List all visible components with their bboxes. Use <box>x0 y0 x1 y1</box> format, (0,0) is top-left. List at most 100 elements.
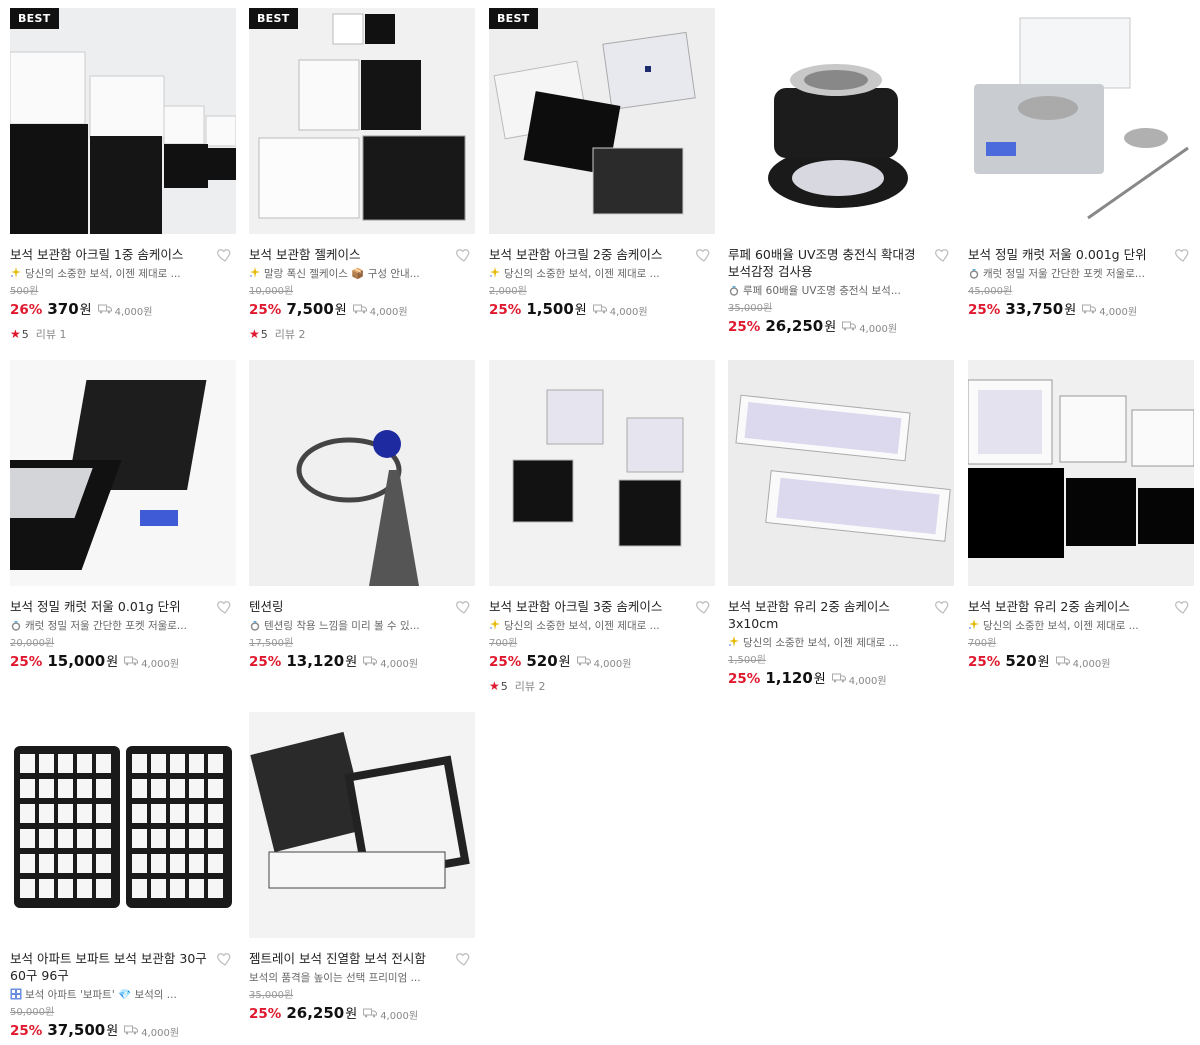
product-image[interactable] <box>728 8 954 234</box>
product-card[interactable]: BEST 보석 보관함 아크릴 1중 솜케이스 당신의 소중한 보석, 이젠 제대로… <box>10 8 236 342</box>
truck-icon <box>1082 304 1099 317</box>
rating-row: ★ 5 리뷰 1 <box>10 326 236 342</box>
product-image[interactable] <box>728 360 954 586</box>
wishlist-heart-icon[interactable] <box>216 950 234 968</box>
shipping-fee-text: 4,000원 <box>1099 307 1138 318</box>
best-badge: BEST <box>249 8 298 29</box>
product-title[interactable]: 보석 아파트 보파트 보석 보관함 30구 60구 96구 <box>10 950 210 984</box>
currency-label: 원 <box>106 1024 119 1039</box>
shipping-fee: 4,000원 <box>1082 303 1137 318</box>
product-title[interactable]: 보석 정밀 캐럿 저울 0.01g 단위 <box>10 598 210 615</box>
star-icon: ★ <box>249 327 260 341</box>
shipping-fee-text: 4,000원 <box>593 659 632 670</box>
product-title[interactable]: 루페 60배율 UV조명 충전식 확대경 보석감정 검사용 <box>728 246 928 280</box>
original-price: 17,500원 <box>249 638 294 649</box>
product-title[interactable]: 보석 정밀 캐럿 저울 0.001g 단위 <box>968 246 1168 263</box>
product-card[interactable]: 보석 보관함 유리 2중 솜케이스 3x10cm 당신의 소중한 보석, 이젠 제… <box>728 360 954 687</box>
currency-label: 원 <box>558 655 571 670</box>
wishlist-heart-icon[interactable] <box>1174 246 1192 264</box>
shipping-fee-text: 4,000원 <box>141 1028 180 1039</box>
truck-icon <box>842 321 859 334</box>
wishlist-heart-icon[interactable] <box>1174 598 1192 616</box>
wishlist-heart-icon[interactable] <box>216 246 234 264</box>
product-image[interactable] <box>489 360 715 586</box>
product-image[interactable] <box>249 360 475 586</box>
discount-rate: 25% <box>489 654 522 670</box>
product-card[interactable]: 젬트레이 보석 진열함 보석 전시함보석의 품격을 높이는 선택 프리미엄 ..… <box>249 712 475 1022</box>
wishlist-heart-icon[interactable] <box>934 246 952 264</box>
product-title[interactable]: 텐션링 <box>249 598 449 615</box>
product-card[interactable]: 보석 아파트 보파트 보석 보관함 30구 60구 96구 보석 아파트 '보파트… <box>10 712 236 1039</box>
truck-icon <box>363 656 380 669</box>
shipping-fee: 4,000원 <box>363 655 418 670</box>
price-row: 25% 33,750 원 4,000원 <box>968 299 1194 318</box>
product-title[interactable]: 보석 보관함 젤케이스 <box>249 246 449 263</box>
product-card[interactable]: BEST 보석 보관함 아크릴 2중 솜케이스 당신의 소중한 보석, 이젠 제대로… <box>489 8 715 318</box>
wishlist-heart-icon[interactable] <box>695 598 713 616</box>
product-title[interactable]: 보석 보관함 아크릴 2중 솜케이스 <box>489 246 689 263</box>
rating-score: 5 <box>260 327 268 341</box>
product-image[interactable]: BEST <box>249 8 475 234</box>
product-card[interactable]: 보석 정밀 캐럿 저울 0.001g 단위 캐럿 정밀 저울 간단한 포켓 저울로… <box>968 8 1194 318</box>
wishlist-heart-icon[interactable] <box>455 246 473 264</box>
shipping-fee-text: 4,000원 <box>114 307 153 318</box>
product-description: 보석의 품격을 높이는 선택 프리미엄 ... <box>249 972 421 984</box>
product-title[interactable]: 보석 보관함 아크릴 3중 솜케이스 <box>489 598 689 615</box>
product-card[interactable]: 보석 보관함 유리 2중 솜케이스 당신의 소중한 보석, 이젠 제대로 ... 7… <box>968 360 1194 670</box>
product-card[interactable]: BEST 보석 보관함 젤케이스 말랑 폭신 젤케이스 📦 구성 안내... 10,0… <box>249 8 475 342</box>
product-description: 당신의 소중한 보석, 이젠 제대로 ... <box>728 636 954 651</box>
shipping-fee-text: 4,000원 <box>380 659 419 670</box>
original-price: 50,000원 <box>10 1007 55 1018</box>
product-card[interactable]: 보석 정밀 캐럿 저울 0.01g 단위 캐럿 정밀 저울 간단한 포켓 저울로.… <box>10 360 236 670</box>
shipping-fee: 4,000원 <box>592 303 648 318</box>
review-count[interactable]: 리뷰 1 <box>36 326 67 342</box>
product-image[interactable] <box>10 712 236 938</box>
price-row: 25% 15,000 원 4,000원 <box>10 651 236 670</box>
sale-price: 13,120 <box>286 652 345 670</box>
product-title[interactable]: 보석 보관함 유리 2중 솜케이스 3x10cm <box>728 598 928 632</box>
product-image[interactable] <box>249 712 475 938</box>
shipping-fee-text: 4,000원 <box>609 307 648 318</box>
sale-price: 7,500 <box>286 300 334 318</box>
wishlist-heart-icon[interactable] <box>934 598 952 616</box>
rating-score: 5 <box>500 679 508 693</box>
wishlist-heart-icon[interactable] <box>216 598 234 616</box>
product-image[interactable] <box>968 360 1194 586</box>
product-description: 텐션링 착용 느낌을 미리 볼 수 있... <box>249 619 475 634</box>
product-title[interactable]: 젬트레이 보석 진열함 보석 전시함 <box>249 950 449 967</box>
product-title[interactable]: 보석 보관함 유리 2중 솜케이스 <box>968 598 1168 615</box>
currency-label: 원 <box>345 1007 358 1022</box>
product-card[interactable]: 보석 보관함 아크릴 3중 솜케이스당신의 소중한 보석, 이젠 제대로 ...… <box>489 360 715 694</box>
product-description: 말랑 폭신 젤케이스 📦 구성 안내... <box>249 267 475 282</box>
star-icon: ★ <box>489 679 500 693</box>
currency-label: 원 <box>574 303 587 318</box>
wishlist-heart-icon[interactable] <box>455 950 473 968</box>
truck-icon <box>352 304 370 317</box>
sale-price: 1,500 <box>526 300 574 318</box>
rating-row: ★ 5 리뷰 2 <box>249 326 475 342</box>
truck-icon <box>831 673 849 686</box>
discount-rate: 25% <box>968 654 1001 670</box>
product-image[interactable] <box>968 8 1194 234</box>
sale-price: 26,250 <box>765 317 824 335</box>
review-count[interactable]: 리뷰 2 <box>515 678 546 694</box>
original-price: 1,500원 <box>728 655 766 666</box>
wishlist-heart-icon[interactable] <box>695 246 713 264</box>
product-card[interactable]: 루페 60배율 UV조명 충전식 확대경 보석감정 검사용 루페 60배율 UV조… <box>728 8 954 335</box>
price-row: 25% 26,250 원 4,000원 <box>249 1003 475 1022</box>
product-title[interactable]: 보석 보관함 아크릴 1중 솜케이스 <box>10 246 210 263</box>
discount-rate: 25% <box>728 671 761 687</box>
product-image[interactable] <box>10 360 236 586</box>
product-card[interactable]: 텐션링 텐션링 착용 느낌을 미리 볼 수 있... 17,500원 25% 13,12… <box>249 360 475 670</box>
sale-price: 37,500 <box>47 1021 106 1039</box>
product-image[interactable]: BEST <box>10 8 236 234</box>
product-description: 당신의 소중한 보석, 이젠 제대로 ... <box>489 619 715 634</box>
discount-rate: 25% <box>249 302 282 318</box>
currency-label: 원 <box>1064 303 1077 318</box>
price-row: 25% 1,120 원 4,000원 <box>728 668 954 687</box>
review-count[interactable]: 리뷰 2 <box>275 326 306 342</box>
shipping-fee: 4,000원 <box>1055 655 1110 670</box>
wishlist-heart-icon[interactable] <box>455 598 473 616</box>
truck-icon <box>1055 656 1073 669</box>
product-image[interactable]: BEST <box>489 8 715 234</box>
